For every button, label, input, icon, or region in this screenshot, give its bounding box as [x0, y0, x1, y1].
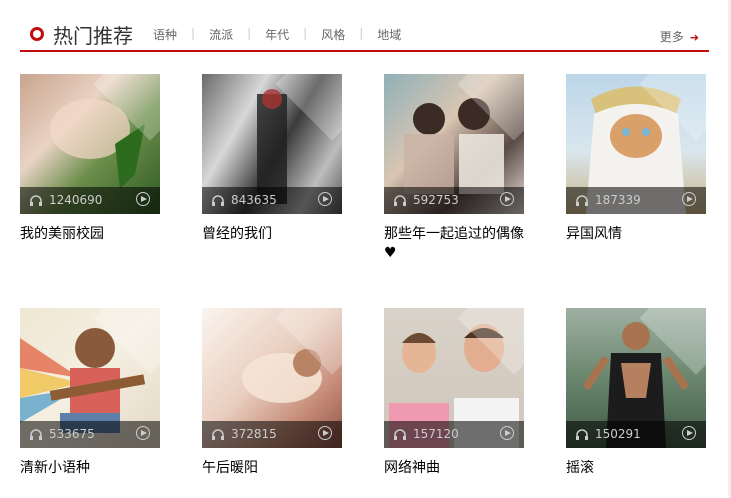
headset-icon: [576, 195, 588, 206]
playlist-title[interactable]: 摇滚: [566, 459, 714, 478]
category-tabs: 语种 | 流派 | 年代 | 风格 | 地域: [153, 26, 401, 43]
playlist-card[interactable]: 372815 午后暖阳: [202, 308, 342, 476]
play-icon[interactable]: [318, 192, 332, 206]
play-stats-bar: 187339: [566, 187, 706, 214]
headset-icon: [394, 429, 406, 440]
play-count: 150291: [595, 427, 641, 441]
playlist-cover[interactable]: 843635: [202, 74, 342, 214]
play-icon[interactable]: [500, 426, 514, 440]
playlist-card[interactable]: 150291 摇滚: [566, 308, 706, 476]
tab-era[interactable]: 年代: [265, 26, 289, 43]
heart-icon: ♥: [384, 245, 397, 261]
headset-icon: [30, 429, 42, 440]
playlist-title[interactable]: 异国风情: [566, 225, 714, 244]
tab-language[interactable]: 语种: [153, 26, 177, 43]
section-circle-icon: [30, 27, 44, 41]
playlist-card[interactable]: 187339 异国风情: [566, 74, 706, 242]
headset-icon: [394, 195, 406, 206]
play-icon[interactable]: [318, 426, 332, 440]
playlist-card[interactable]: 533675 清新小语种: [20, 308, 160, 476]
headset-icon: [212, 195, 224, 206]
playlist-title[interactable]: 曾经的我们: [202, 225, 350, 244]
tab-genre[interactable]: 流派: [209, 26, 233, 43]
playlist-card[interactable]: 157120 网络神曲: [384, 308, 524, 476]
playlist-cover[interactable]: 372815: [202, 308, 342, 448]
tab-divider: |: [359, 26, 364, 40]
playlist-title[interactable]: 那些年一起追过的偶像 ♥: [384, 225, 532, 263]
play-count: 533675: [49, 427, 95, 441]
more-label: 更多: [659, 30, 684, 44]
playlist-title[interactable]: 午后暖阳: [202, 459, 350, 478]
headset-icon: [576, 429, 588, 440]
playlist-card[interactable]: 843635 曾经的我们: [202, 74, 342, 242]
hot-recommend-header: 热门推荐 语种 | 流派 | 年代 | 风格 | 地域 更多 ➜: [20, 14, 709, 52]
playlist-cover[interactable]: 157120: [384, 308, 524, 448]
play-count: 187339: [595, 193, 641, 207]
more-link[interactable]: 更多 ➜: [660, 28, 699, 45]
headset-icon: [212, 429, 224, 440]
play-stats-bar: 592753: [384, 187, 524, 214]
playlist-cover[interactable]: 592753: [384, 74, 524, 214]
play-stats-bar: 150291: [566, 421, 706, 448]
play-icon[interactable]: [136, 426, 150, 440]
playlist-card[interactable]: 1240690 我的美丽校园: [20, 74, 160, 242]
playlist-cover[interactable]: 1240690: [20, 74, 160, 214]
play-stats-bar: 843635: [202, 187, 342, 214]
playlist-cover[interactable]: 187339: [566, 74, 706, 214]
section-title: 热门推荐: [53, 24, 133, 48]
play-icon[interactable]: [136, 192, 150, 206]
play-stats-bar: 533675: [20, 421, 160, 448]
playlist-title[interactable]: 我的美丽校园: [20, 225, 168, 244]
headset-icon: [30, 195, 42, 206]
play-icon[interactable]: [682, 426, 696, 440]
play-count: 843635: [231, 193, 277, 207]
play-count: 1240690: [49, 193, 103, 207]
tab-divider: |: [303, 26, 308, 40]
playlist-title[interactable]: 网络神曲: [384, 459, 532, 478]
tab-region[interactable]: 地域: [377, 26, 401, 43]
tab-divider: |: [191, 26, 196, 40]
play-icon[interactable]: [500, 192, 514, 206]
playlist-cover[interactable]: 533675: [20, 308, 160, 448]
tab-divider: |: [247, 26, 252, 40]
tab-style[interactable]: 风格: [321, 26, 345, 43]
arrow-right-icon: ➜: [689, 31, 699, 44]
playlist-cover[interactable]: 150291: [566, 308, 706, 448]
playlist-title[interactable]: 清新小语种: [20, 459, 168, 478]
play-icon[interactable]: [682, 192, 696, 206]
play-count: 592753: [413, 193, 459, 207]
play-count: 372815: [231, 427, 277, 441]
play-stats-bar: 1240690: [20, 187, 160, 214]
play-stats-bar: 157120: [384, 421, 524, 448]
play-stats-bar: 372815: [202, 421, 342, 448]
playlist-card[interactable]: 592753 那些年一起追过的偶像 ♥: [384, 74, 524, 261]
play-count: 157120: [413, 427, 459, 441]
